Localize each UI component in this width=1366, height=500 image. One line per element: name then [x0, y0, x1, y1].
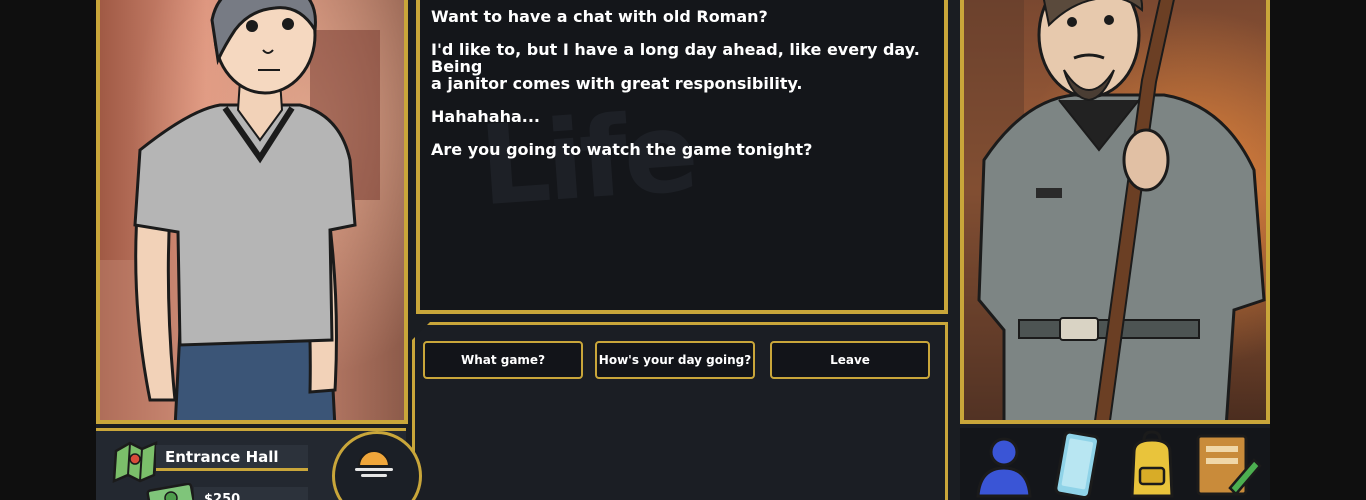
choices-panel: What game? How's your day going? Leave: [412, 322, 948, 500]
money-label: $250: [194, 487, 308, 500]
npc-character-art: [964, 0, 1266, 420]
dialogue-line: I'd like to, but I have a long day ahead…: [431, 40, 920, 93]
person-icon[interactable]: [968, 430, 1040, 500]
toolbar: [960, 428, 1270, 500]
phone-icon[interactable]: [1042, 430, 1114, 500]
npc-portrait: [960, 0, 1270, 424]
status-hud: Entrance Hall $250: [96, 428, 422, 500]
sunset-icon: [355, 450, 393, 477]
letterbox-right: [1270, 0, 1366, 500]
choice-leave-button[interactable]: Leave: [770, 341, 930, 379]
game-screen: Life Want to have a chat with old Roman?…: [96, 0, 1270, 500]
dialogue-line: Are you going to watch the game tonight?: [431, 140, 813, 159]
map-icon[interactable]: [110, 437, 160, 487]
backpack-icon[interactable]: [1116, 430, 1188, 500]
player-portrait: [96, 0, 408, 424]
cash-icon: [146, 483, 196, 500]
letterbox-left: [0, 0, 96, 500]
choice-what-game-button[interactable]: What game?: [423, 341, 583, 379]
player-character-art: [100, 0, 380, 420]
dialogue-box: Life Want to have a chat with old Roman?…: [416, 0, 948, 314]
time-of-day-dial[interactable]: [332, 431, 422, 500]
journal-icon[interactable]: [1190, 430, 1262, 500]
location-label: Entrance Hall: [156, 445, 308, 471]
dialogue-line: Want to have a chat with old Roman?: [431, 7, 768, 26]
choice-how-is-your-day-button[interactable]: How's your day going?: [595, 341, 755, 379]
dialogue-text: Want to have a chat with old Roman? I'd …: [431, 8, 934, 174]
dialogue-line: Hahahaha...: [431, 107, 540, 126]
